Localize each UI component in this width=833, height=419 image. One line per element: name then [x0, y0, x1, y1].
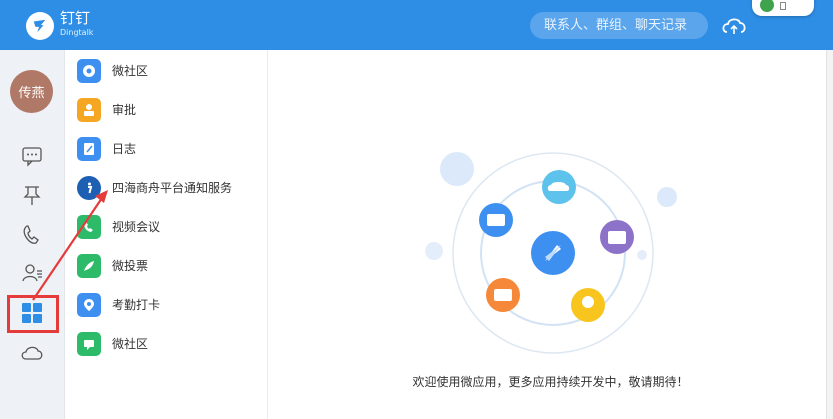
- left-rail: 传燕: [0, 50, 65, 419]
- pin-icon[interactable]: [19, 182, 45, 208]
- app-label: 日志: [112, 142, 137, 156]
- approval-icon: [77, 97, 101, 122]
- app-label: 考勤打卡: [112, 298, 161, 312]
- chat-bubble-icon[interactable]: [19, 143, 45, 169]
- apps-list: 微社区 审批 日志 四海商舟平台通知服务 视频会议 微投票 考勤打卡 微社区: [65, 50, 268, 419]
- app-label: 视频会议: [112, 220, 161, 234]
- welcome-message: 欢迎使用微应用，更多应用持续开发中，敬请期待！: [412, 375, 689, 389]
- cloud-icon[interactable]: [19, 340, 45, 366]
- app-item-approval[interactable]: 审批: [65, 90, 268, 129]
- app-subname: Dingtalk: [60, 28, 94, 37]
- wifi-icon: [760, 0, 774, 12]
- log-icon: [77, 136, 101, 161]
- app-label: 四海商舟平台通知服务: [112, 181, 233, 195]
- video-meeting-icon: [77, 214, 101, 239]
- contacts-icon[interactable]: [19, 260, 45, 286]
- app-label: 微社区: [112, 337, 149, 351]
- app-label: 微投票: [112, 259, 149, 273]
- battery-icon: [780, 2, 786, 10]
- phone-icon[interactable]: [19, 222, 45, 248]
- info-icon: [77, 175, 101, 200]
- app-item-vote[interactable]: 微投票: [65, 246, 268, 285]
- cloud-upload-icon[interactable]: [720, 12, 748, 38]
- scrollbar[interactable]: [826, 50, 833, 419]
- app-name: 钉钉: [60, 9, 91, 27]
- main-panel: 欢迎使用微应用，更多应用持续开发中，敬请期待！: [268, 50, 833, 419]
- dingtalk-logo-icon: [26, 12, 54, 40]
- app-item-video-meeting[interactable]: 视频会议: [65, 207, 268, 246]
- app-item-log[interactable]: 日志: [65, 129, 268, 168]
- app-item-attendance[interactable]: 考勤打卡: [65, 285, 268, 324]
- status-popup: [752, 0, 814, 16]
- attendance-icon: [77, 292, 101, 317]
- app-item-community[interactable]: 微社区: [65, 51, 268, 90]
- app-item-notification-service[interactable]: 四海商舟平台通知服务: [65, 168, 268, 207]
- avatar[interactable]: 传燕: [10, 70, 53, 113]
- app-item-community-2[interactable]: 微社区: [65, 324, 268, 363]
- app-label: 微社区: [112, 64, 149, 78]
- selection-highlight: [7, 295, 59, 333]
- community-icon: [77, 58, 101, 83]
- search-input[interactable]: 联系人、群组、聊天记录: [530, 12, 708, 39]
- vote-icon: [77, 253, 101, 278]
- app-label: 审批: [112, 103, 137, 117]
- community-icon: [77, 331, 101, 356]
- apps-illustration: [425, 152, 677, 354]
- title-bar: 钉钉 Dingtalk 联系人、群组、聊天记录: [0, 0, 833, 50]
